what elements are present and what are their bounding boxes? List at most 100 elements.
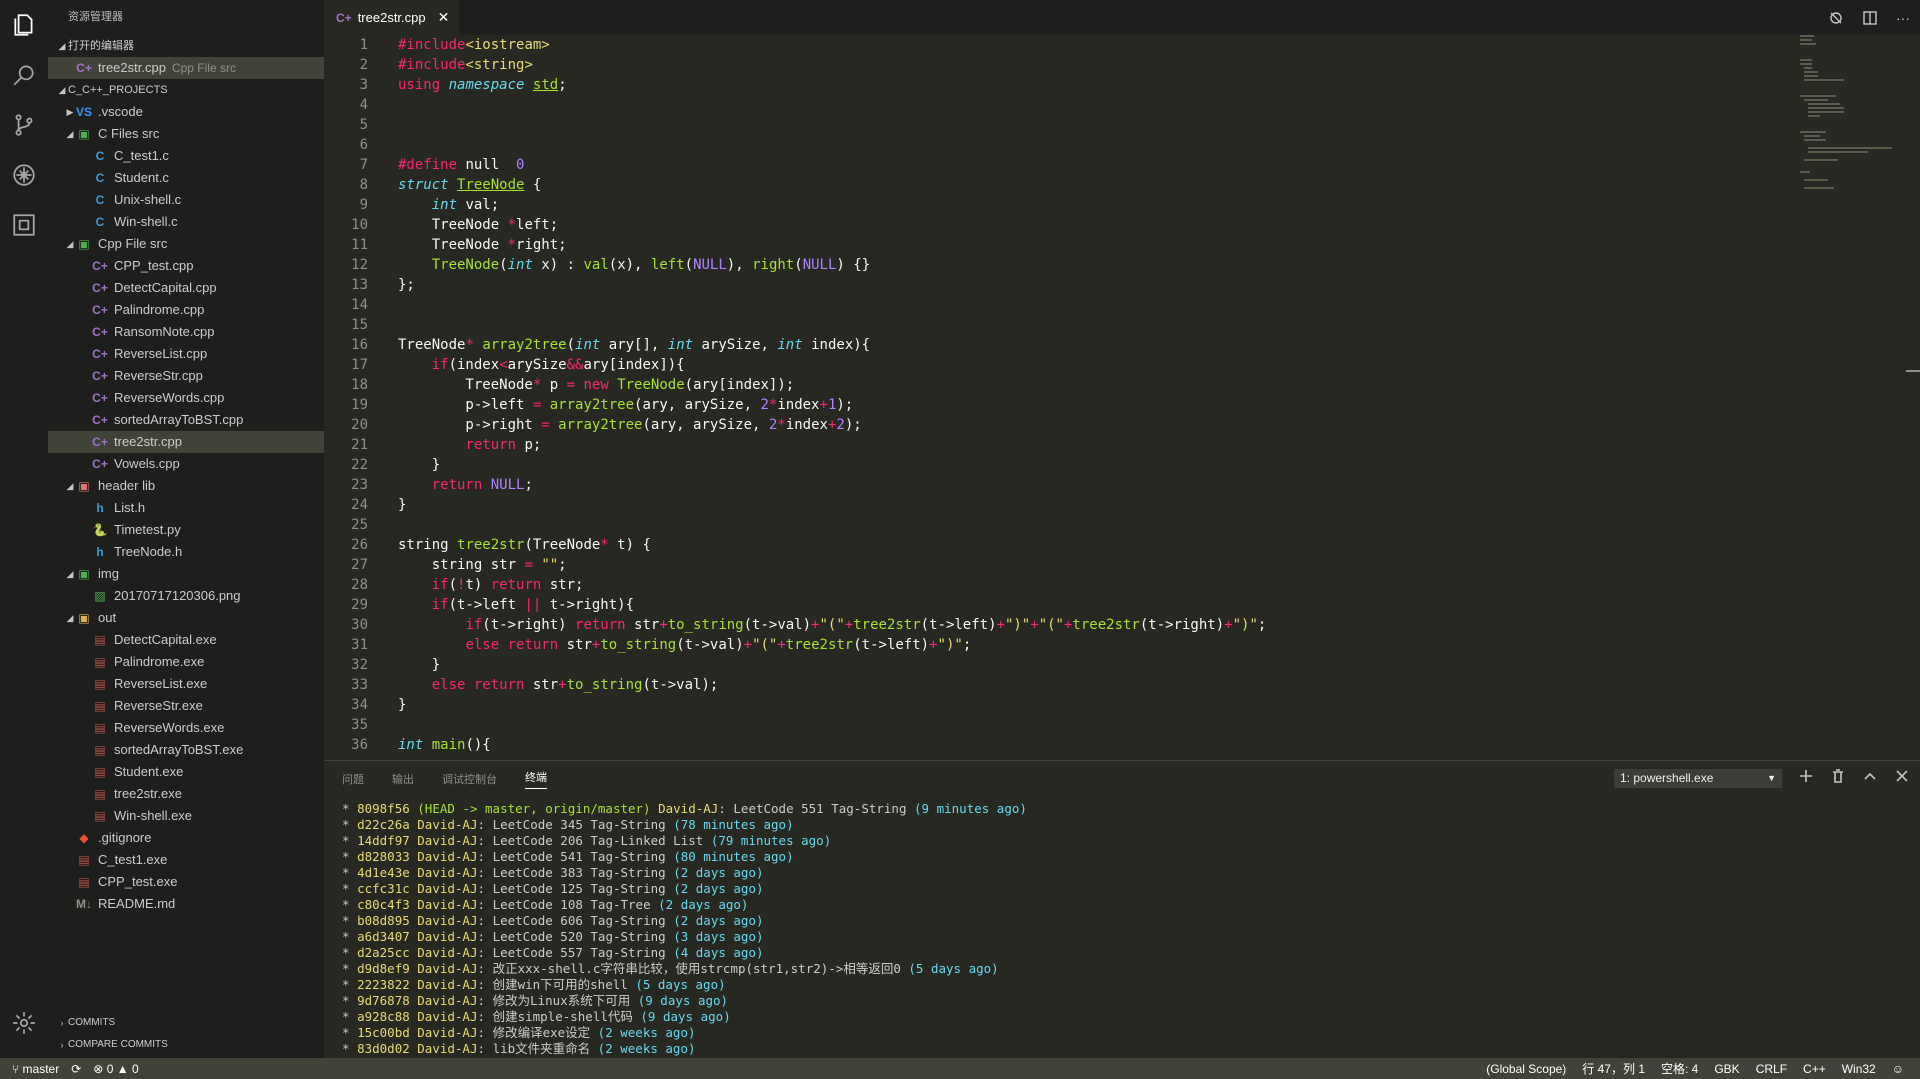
code-token: return	[431, 477, 483, 493]
tree-item[interactable]: ▤ DetectCapital.exe	[48, 629, 324, 651]
tree-item[interactable]: ◢ ▣ C Files src	[48, 123, 324, 145]
tab-debug-console[interactable]: 调试控制台	[442, 771, 497, 787]
source-control-button[interactable]	[0, 100, 48, 150]
tree-item[interactable]: h List.h	[48, 497, 324, 519]
tree-item[interactable]: ◢ ▣ Cpp File src	[48, 233, 324, 255]
minimap[interactable]	[1800, 35, 1900, 215]
code-token: (	[448, 577, 458, 593]
code-token: if	[431, 577, 449, 593]
code-line: 20 p->right = array2tree(ary, arySize, 2…	[324, 415, 1920, 435]
error-count: 0	[106, 1061, 114, 1076]
tree-item[interactable]: ▤ Win-shell.exe	[48, 805, 324, 827]
search-button[interactable]	[0, 50, 48, 100]
trash-icon[interactable]	[1831, 769, 1845, 783]
tree-item[interactable]: h TreeNode.h	[48, 541, 324, 563]
open-editor-item[interactable]: C+ tree2str.cpp Cpp File src	[48, 57, 324, 79]
tree-item-label: ReverseWords.cpp	[114, 390, 225, 405]
tree-item[interactable]: ◢ ▣ header lib	[48, 475, 324, 497]
tree-item[interactable]: ▤ C_test1.exe	[48, 849, 324, 871]
code-token: to_string	[600, 637, 677, 653]
explorer-button[interactable]	[0, 0, 48, 50]
tree-item[interactable]: ▤ Palindrome.exe	[48, 651, 324, 673]
code-token: null	[457, 157, 517, 173]
tree-item[interactable]: ▶ VS .vscode	[48, 101, 324, 123]
tree-item[interactable]: ▤ ReverseList.exe	[48, 673, 324, 695]
log-separator: :	[477, 897, 493, 912]
branch-indicator[interactable]: ⑂ master	[12, 1062, 59, 1076]
compare-commits-section[interactable]: › COMPARE COMMITS	[48, 1034, 324, 1056]
tree-item[interactable]: C+ Palindrome.cpp	[48, 299, 324, 321]
line-number: 10	[351, 217, 368, 233]
tree-item[interactable]: C C_test1.c	[48, 145, 324, 167]
debug-button[interactable]	[0, 150, 48, 200]
log-separator: :	[477, 961, 493, 976]
more-actions-icon[interactable]: ···	[1896, 10, 1910, 26]
extensions-button[interactable]	[0, 200, 48, 250]
tree-item[interactable]: 🐍 Timetest.py	[48, 519, 324, 541]
line-ending[interactable]: CRLF	[1756, 1062, 1787, 1076]
tree-item[interactable]: ◢ ▣ img	[48, 563, 324, 585]
scope-indicator[interactable]: (Global Scope)	[1486, 1062, 1566, 1076]
tree-item[interactable]: C+ ReverseList.cpp	[48, 343, 324, 365]
tree-item[interactable]: ▤ Student.exe	[48, 761, 324, 783]
terminal-select[interactable]: 1: powershell.exe ▼	[1614, 769, 1782, 788]
tree-item[interactable]: C+ CPP_test.cpp	[48, 255, 324, 277]
close-icon[interactable]: ✕	[438, 9, 450, 26]
tree-item[interactable]: C+ sortedArrayToBST.cpp	[48, 409, 324, 431]
open-editors-header[interactable]: ◢ 打开的编辑器	[48, 35, 324, 57]
log-hash: d9d8ef9	[357, 961, 410, 976]
code-editor[interactable]: 1 #include<iostream> 2 #include<string> 3 usi…	[324, 35, 1920, 760]
tree-item[interactable]: C Unix-shell.c	[48, 189, 324, 211]
tree-item[interactable]: C+ RansomNote.cpp	[48, 321, 324, 343]
manage-button[interactable]	[0, 998, 48, 1048]
code-line: 9 int val;	[324, 195, 1920, 215]
tree-item[interactable]: ◆ .gitignore	[48, 827, 324, 849]
tab-output[interactable]: 输出	[392, 771, 414, 787]
chevron-up-icon[interactable]	[1863, 769, 1877, 783]
tree-item[interactable]: C+ Vowels.cpp	[48, 453, 324, 475]
problems-indicator[interactable]: ⊗ 0 ▲ 0	[93, 1062, 138, 1076]
tree-item[interactable]: C+ tree2str.cpp	[48, 431, 324, 453]
tree-item-label: README.md	[98, 896, 176, 911]
tab-problems[interactable]: 问题	[342, 771, 364, 787]
code-token: left;	[516, 217, 559, 233]
terminal-output[interactable]: * 8098f56 (HEAD -> master, origin/master…	[324, 801, 1920, 1057]
tree-item[interactable]: C+ ReverseWords.cpp	[48, 387, 324, 409]
indentation[interactable]: 空格: 4	[1661, 1060, 1698, 1077]
tree-item[interactable]: ▤ ReverseStr.exe	[48, 695, 324, 717]
log-separator: :	[477, 1041, 493, 1056]
tree-item[interactable]: ▨ 20170717120306.png	[48, 585, 324, 607]
commits-section[interactable]: › COMMITS	[48, 1012, 324, 1034]
close-icon[interactable]	[1895, 769, 1909, 783]
tree-item[interactable]: ▤ ReverseWords.exe	[48, 717, 324, 739]
project-header[interactable]: ◢ C_C++_PROJECTS	[48, 79, 324, 101]
plus-icon[interactable]	[1799, 769, 1813, 783]
line-number: 33	[351, 677, 368, 693]
scrollbar-marker[interactable]	[1906, 370, 1920, 372]
tab-tree2str[interactable]: C+ tree2str.cpp ✕	[324, 0, 460, 35]
code-token: val;	[457, 197, 500, 213]
log-author: David-AJ	[658, 801, 719, 816]
code-token: t->right){	[541, 597, 635, 613]
c-file-icon: C	[95, 193, 105, 207]
tree-item[interactable]: C Win-shell.c	[48, 211, 324, 233]
cursor-position[interactable]: 行 47，列 1	[1582, 1060, 1645, 1077]
tab-terminal[interactable]: 终端	[525, 769, 547, 789]
feedback-icon[interactable]: ☺	[1892, 1062, 1904, 1076]
open-changes-icon[interactable]	[1828, 10, 1844, 26]
tree-item[interactable]: ◢ ▣ out	[48, 607, 324, 629]
language-mode[interactable]: C++	[1803, 1062, 1826, 1076]
tree-item[interactable]: C+ DetectCapital.cpp	[48, 277, 324, 299]
tree-item[interactable]: C+ ReverseStr.cpp	[48, 365, 324, 387]
tree-item[interactable]: ▤ CPP_test.exe	[48, 871, 324, 893]
sync-icon[interactable]: ⟳	[71, 1062, 81, 1076]
tree-item[interactable]: M↓ README.md	[48, 893, 324, 915]
line-number: 27	[351, 557, 368, 573]
tree-item[interactable]: C Student.c	[48, 167, 324, 189]
split-editor-icon[interactable]	[1862, 10, 1878, 26]
tree-item[interactable]: ▤ tree2str.exe	[48, 783, 324, 805]
platform[interactable]: Win32	[1842, 1062, 1876, 1076]
tree-item[interactable]: ▤ sortedArrayToBST.exe	[48, 739, 324, 761]
encoding[interactable]: GBK	[1714, 1062, 1739, 1076]
